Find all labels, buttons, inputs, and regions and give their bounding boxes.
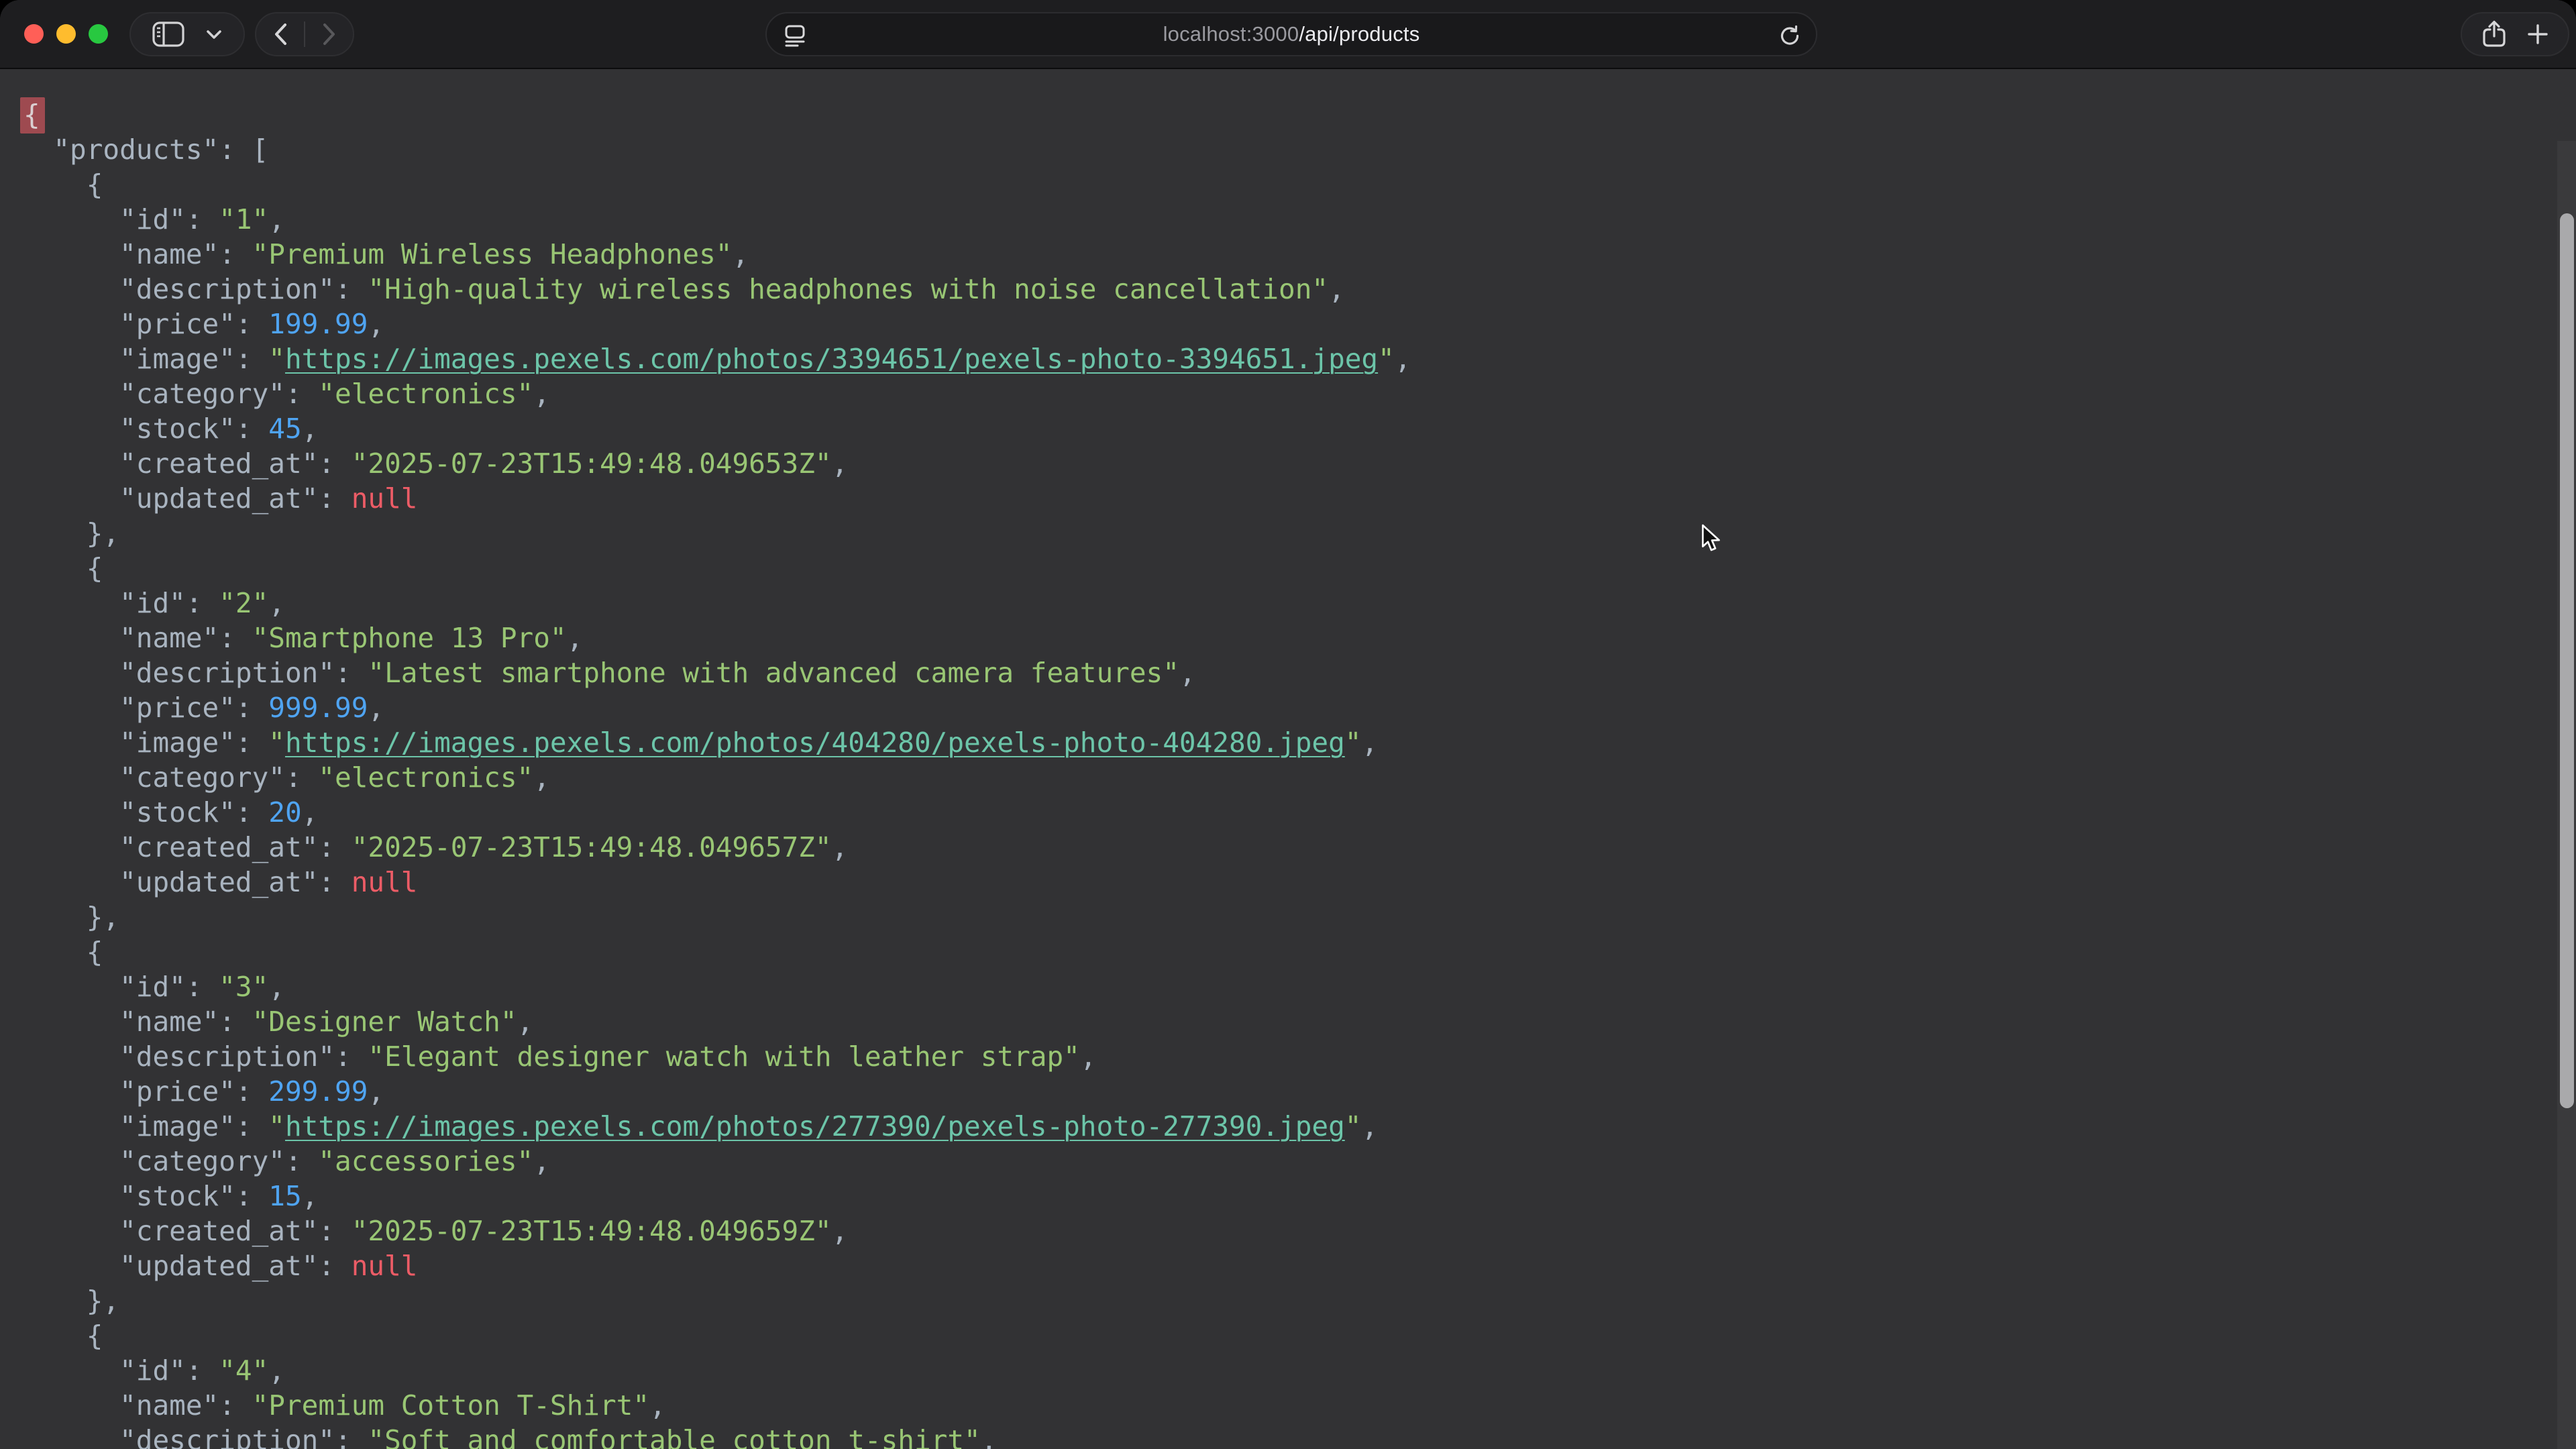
image-url-link[interactable]: https://images.pexels.com/photos/3394651… [285,343,1378,375]
json-line: "created_at": "2025-07-23T15:49:48.04965… [20,1214,2576,1248]
url-host: localhost:3000 [1163,22,1299,46]
mouse-cursor [1701,524,1727,553]
actions-button-group [2461,12,2569,56]
json-line: "name": "Designer Watch", [20,1004,2576,1039]
page-content: { "products": [ { "id": "1", "name": "Pr… [0,70,2576,1449]
browser-toolbar: localhost:3000/api/products [0,0,2576,69]
minimize-window-button[interactable] [56,24,76,44]
scrollbar-track[interactable] [2557,141,2576,1449]
json-line: "updated_at": null [20,481,2576,516]
json-line: { [20,1318,2576,1353]
json-line: "created_at": "2025-07-23T15:49:48.04965… [20,446,2576,481]
json-line: "updated_at": null [20,865,2576,900]
sidebar-button-group [129,12,245,56]
json-line: "created_at": "2025-07-23T15:49:48.04965… [20,830,2576,865]
url-path: /api/products [1299,22,1419,46]
json-line: "description": "Soft and comfortable cot… [20,1423,2576,1449]
json-line: "name": "Premium Cotton T-Shirt", [20,1388,2576,1423]
json-line: "category": "electronics", [20,376,2576,411]
forward-icon[interactable] [321,21,338,47]
json-body: { "products": [ { "id": "1", "name": "Pr… [0,70,2576,1449]
json-line: "image": "https://images.pexels.com/phot… [20,341,2576,376]
json-line: "id": "2", [20,586,2576,621]
json-line: { [20,934,2576,969]
json-line: "products": [ [20,132,2576,167]
image-url-link[interactable]: https://images.pexels.com/photos/277390/… [285,1110,1345,1142]
page-settings-icon[interactable] [783,23,807,48]
share-icon[interactable] [2481,20,2507,48]
json-line: "name": "Premium Wireless Headphones", [20,237,2576,272]
json-line: "id": "3", [20,969,2576,1004]
json-line: }, [20,1283,2576,1318]
json-line: "description": "High-quality wireless he… [20,272,2576,307]
chevron-down-icon[interactable] [206,30,222,40]
json-line: "category": "accessories", [20,1144,2576,1179]
json-line: "image": "https://images.pexels.com/phot… [20,725,2576,760]
json-line: "updated_at": null [20,1248,2576,1283]
json-line: { [20,551,2576,586]
json-line: "price": 199.99, [20,307,2576,341]
scrollbar-thumb[interactable] [2560,213,2574,1108]
json-line: "id": "1", [20,202,2576,237]
nav-divider [304,21,305,47]
json-line: "price": 999.99, [20,690,2576,725]
sidebar-toggle-icon[interactable] [152,21,184,47]
json-line: }, [20,516,2576,551]
url-text: localhost:3000/api/products [1163,22,1420,46]
browser-window: localhost:3000/api/products [0,0,2576,1449]
json-line: "price": 299.99, [20,1074,2576,1109]
json-line: "stock": 20, [20,795,2576,830]
json-line: "stock": 45, [20,411,2576,446]
zoom-window-button[interactable] [89,24,108,44]
json-line: "description": "Elegant designer watch w… [20,1039,2576,1074]
json-line: { [20,97,2576,132]
window-controls [24,24,108,44]
json-line: { [20,167,2576,202]
json-line: "name": "Smartphone 13 Pro", [20,621,2576,655]
json-line: "stock": 15, [20,1179,2576,1214]
json-line: "description": "Latest smartphone with a… [20,655,2576,690]
address-bar[interactable]: localhost:3000/api/products [765,12,1817,56]
reload-icon[interactable] [1778,24,1801,47]
close-window-button[interactable] [24,24,44,44]
json-line: "image": "https://images.pexels.com/phot… [20,1109,2576,1144]
json-line: "id": "4", [20,1353,2576,1388]
image-url-link[interactable]: https://images.pexels.com/photos/404280/… [285,727,1345,759]
navigation-button-group [255,12,354,56]
json-line: "category": "electronics", [20,760,2576,795]
new-tab-icon[interactable] [2527,23,2548,45]
json-line: }, [20,900,2576,934]
back-icon[interactable] [272,21,289,47]
